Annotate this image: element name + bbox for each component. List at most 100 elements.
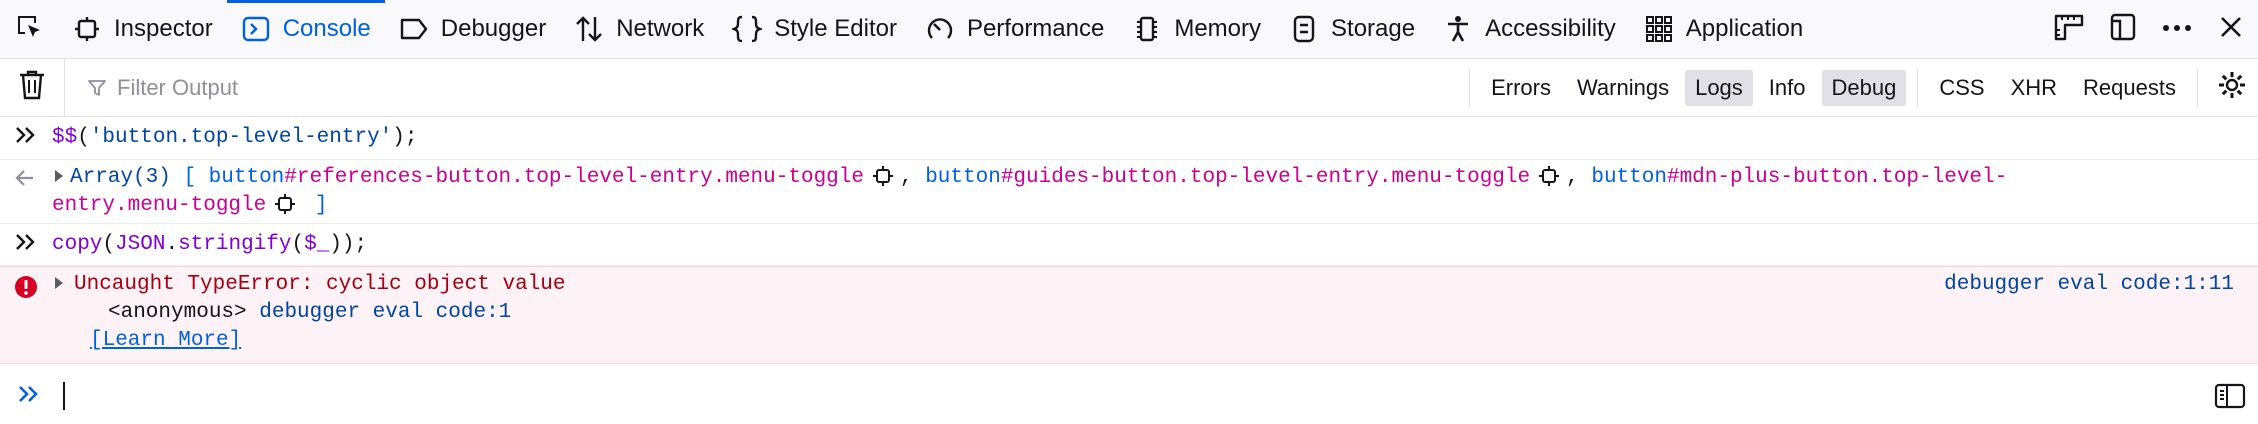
filter-output-input[interactable]: Filter Output	[64, 58, 1461, 117]
expand-toggle-icon[interactable]	[52, 166, 70, 189]
command-text: copy(JSON.stringify($_));	[0, 224, 2258, 259]
tab-console[interactable]: Console	[226, 0, 385, 59]
separator	[2197, 68, 2198, 107]
tab-label: Memory	[1174, 15, 1262, 42]
array-open-bracket: [	[183, 166, 197, 189]
ruler-icon	[2053, 12, 2085, 47]
inspect-node-icon[interactable]	[1538, 165, 1560, 187]
network-icon	[574, 14, 604, 44]
stack-frame-location[interactable]: debugger eval code:1	[259, 301, 511, 324]
node-tag: button	[208, 166, 285, 189]
node-link[interactable]: button#mdn-plus-button.top-level-	[1591, 166, 2007, 189]
application-icon	[1644, 14, 1674, 44]
node-selector[interactable]: entry.menu-toggle	[52, 194, 266, 217]
debugger-icon	[399, 14, 429, 44]
tab-debugger[interactable]: Debugger	[385, 0, 560, 59]
clear-output-button[interactable]	[0, 59, 64, 117]
node-link[interactable]: button#references-button.top-level-entry…	[209, 166, 864, 189]
tab-inspector[interactable]: Inspector	[58, 0, 227, 59]
separator-comma: ,	[899, 166, 913, 189]
expand-toggle-icon[interactable]	[52, 273, 74, 296]
array-label[interactable]: Array(3)	[70, 166, 171, 189]
more-icon	[2162, 20, 2192, 38]
tab-label: Network	[616, 15, 705, 42]
node-tag: button	[1591, 166, 1667, 189]
code-token: .	[165, 233, 179, 256]
error-source-link[interactable]: debugger eval code:1:11	[1944, 271, 2234, 299]
tab-application[interactable]: Application	[1630, 0, 1817, 59]
console-output: $$('button.top-level-entry'); Array(3) […	[0, 117, 2258, 364]
style-editor-icon	[732, 14, 763, 44]
code-token: 'button.top-level-entry'	[89, 126, 393, 149]
node-tag: button	[925, 166, 1001, 189]
tab-label: Performance	[966, 15, 1105, 42]
code-token: $_	[304, 233, 330, 256]
filter-css-button[interactable]: CSS	[1929, 70, 1994, 106]
text-cursor	[63, 382, 65, 410]
command-message: copy(JSON.stringify($_));	[0, 224, 2258, 266]
tab-accessibility[interactable]: Accessibility	[1429, 0, 1630, 59]
code-token: (	[102, 233, 116, 256]
command-message: $$('button.top-level-entry');	[0, 117, 2258, 160]
filter-logs-button[interactable]: Logs	[1685, 69, 1753, 106]
node-link[interactable]: button#guides-button.top-level-entry.men…	[925, 166, 1530, 189]
command-chevron-icon	[14, 232, 38, 259]
storage-icon	[1289, 14, 1319, 44]
code-token: copy	[52, 233, 103, 256]
filter-xhr-button[interactable]: XHR	[2001, 70, 2067, 106]
editor-mode-toggle-button[interactable]	[2214, 382, 2246, 415]
tab-network[interactable]: Network	[560, 0, 718, 59]
code-token: ));	[329, 233, 368, 256]
tab-storage[interactable]: Storage	[1275, 0, 1429, 59]
filter-placeholder: Filter Output	[117, 74, 239, 100]
close-icon	[2219, 15, 2243, 44]
dock-options-button[interactable]	[2096, 0, 2150, 59]
gear-icon	[2217, 70, 2247, 105]
code-token: stringify	[178, 233, 292, 256]
result-content-wrap: entry.menu-toggle ]	[0, 191, 327, 220]
input-chevron-icon	[16, 382, 42, 411]
separator-comma: ,	[1566, 166, 1579, 189]
more-options-button[interactable]	[2150, 0, 2204, 59]
separator	[1469, 68, 1471, 107]
tab-memory[interactable]: Memory	[1118, 0, 1275, 59]
tab-performance[interactable]: Performance	[911, 0, 1118, 59]
dock-icon	[2108, 12, 2138, 47]
tab-label: Accessibility	[1485, 15, 1616, 42]
responsive-design-mode-button[interactable]	[2042, 0, 2096, 59]
inspect-node-icon[interactable]	[274, 193, 296, 215]
code-token: );	[392, 126, 418, 149]
stack-frame-name: <anonymous>	[108, 301, 247, 324]
tab-style-editor[interactable]: Style Editor	[718, 0, 911, 59]
node-selector: #mdn-plus-button.top-level-	[1666, 166, 2008, 189]
devtools-toolbar: Inspector Console Debugger Network Style…	[0, 0, 2258, 59]
array-close-bracket: ]	[314, 194, 328, 217]
learn-more-link[interactable]: [Learn More]	[90, 329, 241, 352]
accessibility-icon	[1443, 14, 1473, 44]
console-filter-bar: Filter Output Errors Warnings Logs Info …	[0, 58, 2258, 117]
tab-label: Application	[1685, 15, 1804, 42]
memory-icon	[1132, 14, 1162, 44]
code-token: (	[291, 233, 305, 256]
element-picker-button[interactable]	[0, 0, 58, 59]
inspector-icon	[72, 14, 102, 44]
tab-label: Debugger	[440, 15, 547, 42]
filter-icon	[87, 78, 107, 98]
console-settings-button[interactable]	[2206, 59, 2258, 117]
error-icon	[14, 275, 38, 306]
console-input[interactable]	[0, 370, 2258, 424]
inspect-node-icon[interactable]	[872, 165, 894, 187]
code-token: $$	[52, 126, 78, 149]
close-toolbox-button[interactable]	[2204, 0, 2258, 59]
filter-requests-button[interactable]: Requests	[2073, 70, 2186, 106]
filter-info-button[interactable]: Info	[1759, 70, 1816, 106]
tab-label: Console	[282, 15, 371, 42]
performance-icon	[925, 14, 955, 44]
filter-warnings-button[interactable]: Warnings	[1567, 70, 1679, 106]
code-token: JSON	[115, 233, 166, 256]
error-message: Uncaught TypeError: cyclic object value …	[0, 266, 2258, 364]
filter-debug-button[interactable]: Debug	[1821, 69, 1907, 106]
filter-errors-button[interactable]: Errors	[1481, 70, 1561, 106]
result-content: Array(3) [ button#references-button.top-…	[0, 160, 2258, 192]
tab-label: Storage	[1331, 15, 1416, 42]
